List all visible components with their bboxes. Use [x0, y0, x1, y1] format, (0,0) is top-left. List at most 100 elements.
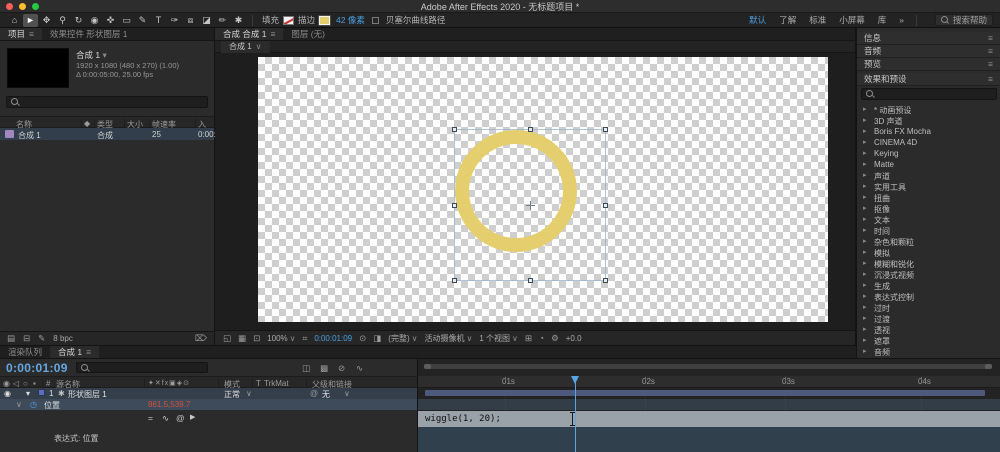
twirl-right-icon[interactable]: ▸ [863, 127, 867, 135]
interpret-footage-icon[interactable]: ▤ [7, 333, 15, 344]
clone-stamp-tool-icon[interactable]: ⧈ [183, 14, 198, 27]
gear-icon[interactable]: ⚙ [551, 333, 559, 344]
audio-icon[interactable]: ◁ [13, 379, 19, 388]
effects-category[interactable]: ▸ 过渡 [857, 313, 1000, 324]
selection-handle[interactable] [452, 278, 457, 283]
transparency-grid-icon[interactable]: ▦ [238, 333, 246, 344]
new-composition-icon[interactable]: ✎ [38, 333, 45, 344]
zoom-dropdown[interactable]: 100% ∨ [267, 334, 295, 343]
snapshot-icon[interactable]: ⊙ [359, 333, 366, 344]
layer-label-color-chip[interactable] [38, 389, 45, 396]
effects-category[interactable]: ▸ 模拟 [857, 247, 1000, 258]
home-icon[interactable]: ⌂ [7, 14, 22, 27]
selection-handle[interactable] [452, 203, 457, 208]
shape-tool-icon[interactable]: ▭ [119, 14, 134, 27]
panel-header-effects-presets[interactable]: 效果和预设 ≡ [857, 73, 1000, 86]
tab-composition[interactable]: 合成 合成 1 ≡ [215, 28, 284, 40]
fill-color-swatch[interactable] [283, 15, 295, 25]
tab-project[interactable]: 项目 ≡ [0, 28, 42, 40]
motion-blur-icon[interactable]: ⊘ [338, 363, 345, 374]
expression-text[interactable]: wiggle(1, 20); [425, 414, 501, 424]
stroke-width-value[interactable]: 42 像素 [336, 14, 365, 26]
tab-layer[interactable]: 图层 (无) [283, 28, 333, 40]
workspace-libraries[interactable]: 库 [878, 14, 887, 26]
panel-header-info[interactable]: 信息 ≡ [857, 32, 1000, 45]
twirl-right-icon[interactable]: ▸ [863, 314, 867, 322]
twirl-right-icon[interactable]: ▸ [863, 270, 867, 278]
effects-category[interactable]: ▸ 沉浸式视频 [857, 269, 1000, 280]
effects-category[interactable]: ▸ 声道 [857, 170, 1000, 181]
text-tool-icon[interactable]: T [151, 14, 166, 27]
viewer-tab-comp1[interactable]: 合成 1 ∨ [221, 40, 270, 53]
trash-icon[interactable]: ⌦ [195, 333, 207, 344]
hand-tool-icon[interactable]: ✥ [39, 14, 54, 27]
column-trkmat[interactable]: TrkMat [264, 379, 289, 388]
time-ruler[interactable]: 01s 02s 03s 04s [418, 376, 1000, 388]
camera-view-dropdown[interactable]: 活动摄像机 ∨ [424, 333, 472, 344]
selection-handle[interactable] [603, 127, 608, 132]
effects-category[interactable]: ▸ Boris FX Mocha [857, 126, 1000, 137]
workspace-standard[interactable]: 标准 [809, 14, 826, 26]
twirl-down-icon[interactable]: ▾ [26, 389, 30, 398]
help-search[interactable]: 搜索帮助 [934, 14, 993, 26]
effects-category-animation-presets[interactable]: ▸ * 动画预设 [857, 104, 1000, 115]
twirl-right-icon[interactable]: ▸ [863, 193, 867, 201]
project-search-input[interactable] [6, 96, 208, 108]
selection-tool-icon[interactable]: ► [23, 13, 38, 27]
twirl-right-icon[interactable]: ▸ [863, 204, 867, 212]
fill-label[interactable]: 填充 [262, 14, 279, 26]
workspace-overflow-icon[interactable]: » [899, 15, 904, 25]
effects-category[interactable]: ▸ 遮罩 [857, 335, 1000, 346]
stopwatch-icon[interactable]: ◷ [30, 400, 37, 409]
expression-editor-area[interactable] [418, 427, 1000, 452]
layer-duration-bar[interactable] [425, 390, 985, 396]
current-time-display[interactable]: 0:00:01:09 [6, 361, 68, 375]
panel-menu-icon[interactable]: ≡ [86, 347, 91, 357]
twirl-right-icon[interactable]: ▸ [863, 281, 867, 289]
property-name[interactable]: 位置 [44, 400, 60, 411]
twirl-right-icon[interactable]: ▸ [863, 182, 867, 190]
twirl-right-icon[interactable]: ▸ [863, 160, 867, 168]
effects-category[interactable]: ▸ 生成 [857, 280, 1000, 291]
effects-category[interactable]: ▸ 实用工具 [857, 181, 1000, 192]
project-bit-depth[interactable]: 8 bpc [53, 334, 73, 343]
twirl-right-icon[interactable]: ▸ [863, 248, 867, 256]
effects-category[interactable]: ▸ 杂色和颗粒 [857, 236, 1000, 247]
exposure-value[interactable]: +0.0 [566, 334, 582, 343]
timeline-search-input[interactable] [76, 362, 208, 373]
zoom-tool-icon[interactable]: ⚲ [55, 14, 70, 27]
chevron-down-icon[interactable]: ∨ [16, 400, 22, 409]
selection-handle[interactable] [528, 127, 533, 132]
effects-category[interactable]: ▸ 过时 [857, 302, 1000, 313]
tab-timeline-comp1[interactable]: 合成 1 ≡ [50, 346, 100, 358]
twirl-right-icon[interactable]: ▸ [863, 149, 867, 157]
parent-pickwhip-icon[interactable]: @ [310, 389, 318, 398]
label-color-column-icon[interactable]: ◆ [84, 119, 90, 128]
view-layout-dropdown[interactable]: 1 个视图 ∨ [479, 333, 518, 344]
eye-icon[interactable]: ◉ [3, 379, 10, 388]
selection-handle[interactable] [603, 278, 608, 283]
show-channels-icon[interactable]: ◨ [373, 333, 381, 344]
twirl-right-icon[interactable]: ▸ [863, 303, 867, 311]
panel-menu-icon[interactable]: ≡ [988, 74, 993, 84]
workspace-default[interactable]: 默认 [749, 14, 766, 26]
effects-category[interactable]: ▸ 文本 [857, 214, 1000, 225]
new-folder-icon[interactable]: ⊟ [23, 333, 30, 344]
effects-category[interactable]: ▸ 透视 [857, 324, 1000, 335]
panel-header-preview[interactable]: 预览 ≡ [857, 58, 1000, 71]
orbit-camera-tool-icon[interactable]: ↻ [71, 14, 86, 27]
selection-handle[interactable] [603, 203, 608, 208]
effects-category[interactable]: ▸ 表达式控制 [857, 291, 1000, 302]
column-t[interactable]: T [256, 379, 261, 388]
expression-language-menu-icon[interactable]: ▶ [190, 413, 195, 421]
effects-category[interactable]: ▸ Matte [857, 159, 1000, 170]
twirl-right-icon[interactable]: ▸ [863, 259, 867, 267]
twirl-right-icon[interactable]: ▸ [863, 347, 867, 355]
project-comp-title[interactable]: 合成 1 ▾ [76, 49, 107, 61]
grid-guides-icon[interactable]: ⌗ [303, 333, 308, 344]
twirl-right-icon[interactable]: ▸ [863, 336, 867, 344]
panel-menu-icon[interactable]: ≡ [988, 46, 993, 56]
graph-editor-icon[interactable]: ∿ [356, 363, 363, 374]
workspace-small-screen[interactable]: 小屏幕 [839, 14, 865, 26]
camera-pan-tool-icon[interactable]: ◉ [87, 14, 102, 27]
